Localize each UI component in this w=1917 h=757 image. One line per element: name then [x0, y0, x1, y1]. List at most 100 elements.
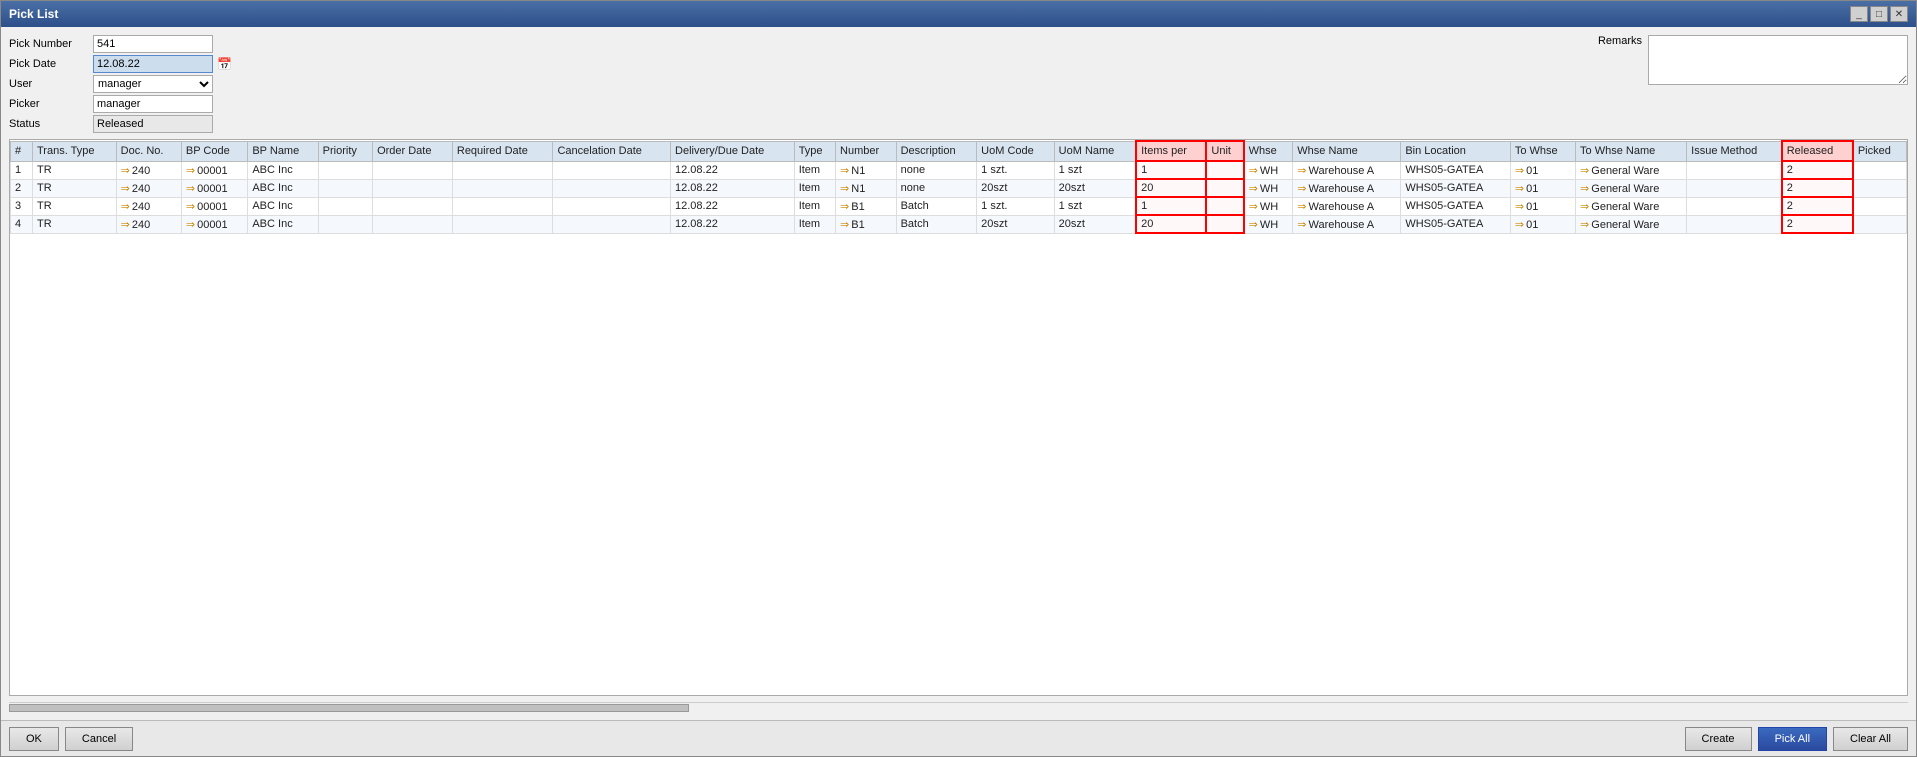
table-cell[interactable]: 2	[1782, 161, 1853, 179]
table-cell[interactable]: ⇒00001	[181, 179, 247, 197]
table-cell[interactable]: TR	[33, 161, 117, 179]
table-cell[interactable]	[452, 215, 553, 233]
table-cell[interactable]	[318, 197, 372, 215]
table-cell[interactable]	[373, 161, 453, 179]
table-cell[interactable]: 1	[1136, 197, 1206, 215]
table-cell[interactable]: ⇒General Ware	[1576, 197, 1687, 215]
table-cell[interactable]: ⇒01	[1510, 215, 1575, 233]
table-cell[interactable]	[373, 179, 453, 197]
maximize-button[interactable]: □	[1870, 6, 1888, 22]
picker-input[interactable]	[93, 95, 213, 113]
table-cell[interactable]: 2	[1782, 197, 1853, 215]
table-cell[interactable]: Batch	[896, 215, 977, 233]
table-cell[interactable]: 2	[11, 179, 33, 197]
table-cell[interactable]: Item	[794, 215, 835, 233]
table-cell[interactable]: 4	[11, 215, 33, 233]
table-cell[interactable]: 20szt	[977, 179, 1055, 197]
table-cell[interactable]: 20szt	[1054, 215, 1136, 233]
table-cell[interactable]: ⇒01	[1510, 161, 1575, 179]
table-cell[interactable]	[318, 179, 372, 197]
ok-button[interactable]: OK	[9, 727, 59, 751]
table-cell[interactable]	[1853, 197, 1907, 215]
table-cell[interactable]	[1853, 179, 1907, 197]
table-cell[interactable]: ⇒00001	[181, 197, 247, 215]
table-cell[interactable]: 1	[11, 161, 33, 179]
table-cell[interactable]	[1853, 161, 1907, 179]
table-cell[interactable]: Item	[794, 161, 835, 179]
table-cell[interactable]	[553, 179, 671, 197]
table-cell[interactable]: 1 szt.	[977, 161, 1055, 179]
table-cell[interactable]: ⇒240	[116, 161, 181, 179]
table-cell[interactable]	[452, 197, 553, 215]
table-cell[interactable]	[1853, 215, 1907, 233]
horizontal-scrollbar[interactable]	[9, 702, 1908, 712]
calendar-icon[interactable]: 📅	[217, 57, 239, 71]
table-cell[interactable]: Batch	[896, 197, 977, 215]
table-cell[interactable]: ⇒General Ware	[1576, 179, 1687, 197]
table-cell[interactable]	[1687, 161, 1782, 179]
table-cell[interactable]: 20	[1136, 179, 1206, 197]
table-cell[interactable]: none	[896, 161, 977, 179]
pick-all-button[interactable]: Pick All	[1758, 727, 1827, 751]
table-cell[interactable]	[1687, 197, 1782, 215]
table-cell[interactable]	[553, 215, 671, 233]
pick-date-input[interactable]	[93, 55, 213, 73]
table-cell[interactable]: WHS05-GATEA	[1401, 197, 1511, 215]
table-cell[interactable]	[553, 161, 671, 179]
table-cell[interactable]: TR	[33, 179, 117, 197]
table-row[interactable]: 1TR⇒240⇒00001ABC Inc 12.08.22Item⇒N1none…	[11, 161, 1907, 179]
table-cell[interactable]: ⇒N1	[836, 161, 897, 179]
table-cell[interactable]: ⇒General Ware	[1576, 161, 1687, 179]
table-row[interactable]: 4TR⇒240⇒00001ABC Inc 12.08.22Item⇒B1Batc…	[11, 215, 1907, 233]
cancel-button[interactable]: Cancel	[65, 727, 133, 751]
table-cell[interactable]: none	[896, 179, 977, 197]
table-cell[interactable]: ABC Inc	[248, 161, 318, 179]
table-cell[interactable]	[452, 161, 553, 179]
table-cell[interactable]: Item	[794, 197, 835, 215]
table-cell[interactable]: WHS05-GATEA	[1401, 161, 1511, 179]
table-cell[interactable]: ⇒01	[1510, 197, 1575, 215]
table-cell[interactable]: 3	[11, 197, 33, 215]
table-cell[interactable]: ABC Inc	[248, 179, 318, 197]
table-cell[interactable]: TR	[33, 197, 117, 215]
table-cell[interactable]: ⇒WH	[1244, 215, 1293, 233]
table-cell[interactable]: ⇒N1	[836, 179, 897, 197]
table-cell[interactable]	[1206, 197, 1243, 215]
table-cell[interactable]: WHS05-GATEA	[1401, 215, 1511, 233]
user-select[interactable]: manager	[93, 75, 213, 93]
table-cell[interactable]: ⇒00001	[181, 215, 247, 233]
table-cell[interactable]: ⇒General Ware	[1576, 215, 1687, 233]
table-cell[interactable]: 12.08.22	[671, 161, 795, 179]
table-cell[interactable]	[318, 215, 372, 233]
table-cell[interactable]	[553, 197, 671, 215]
table-cell[interactable]: ⇒B1	[836, 215, 897, 233]
table-row[interactable]: 3TR⇒240⇒00001ABC Inc 12.08.22Item⇒B1Batc…	[11, 197, 1907, 215]
table-cell[interactable]	[1206, 161, 1243, 179]
table-cell[interactable]: 20szt	[1054, 179, 1136, 197]
table-cell[interactable]: ⇒Warehouse A	[1293, 215, 1401, 233]
table-cell[interactable]: TR	[33, 215, 117, 233]
table-cell[interactable]: ABC Inc	[248, 197, 318, 215]
table-cell[interactable]	[373, 197, 453, 215]
table-cell[interactable]	[1687, 179, 1782, 197]
table-cell[interactable]: 1	[1136, 161, 1206, 179]
table-cell[interactable]: ⇒WH	[1244, 197, 1293, 215]
table-cell[interactable]: ⇒B1	[836, 197, 897, 215]
table-row[interactable]: 2TR⇒240⇒00001ABC Inc 12.08.22Item⇒N1none…	[11, 179, 1907, 197]
close-button[interactable]: ✕	[1890, 6, 1908, 22]
table-cell[interactable]: 1 szt.	[977, 197, 1055, 215]
table-cell[interactable]: ⇒01	[1510, 179, 1575, 197]
table-cell[interactable]: 2	[1782, 179, 1853, 197]
table-cell[interactable]: ⇒Warehouse A	[1293, 161, 1401, 179]
table-cell[interactable]: ⇒Warehouse A	[1293, 197, 1401, 215]
table-cell[interactable]: 12.08.22	[671, 215, 795, 233]
table-cell[interactable]: ⇒240	[116, 179, 181, 197]
table-cell[interactable]: Item	[794, 179, 835, 197]
table-cell[interactable]: 2	[1782, 215, 1853, 233]
table-cell[interactable]: 1 szt	[1054, 161, 1136, 179]
table-cell[interactable]: ⇒Warehouse A	[1293, 179, 1401, 197]
create-button[interactable]: Create	[1685, 727, 1752, 751]
table-cell[interactable]	[1206, 215, 1243, 233]
table-cell[interactable]	[373, 215, 453, 233]
table-cell[interactable]: 12.08.22	[671, 179, 795, 197]
